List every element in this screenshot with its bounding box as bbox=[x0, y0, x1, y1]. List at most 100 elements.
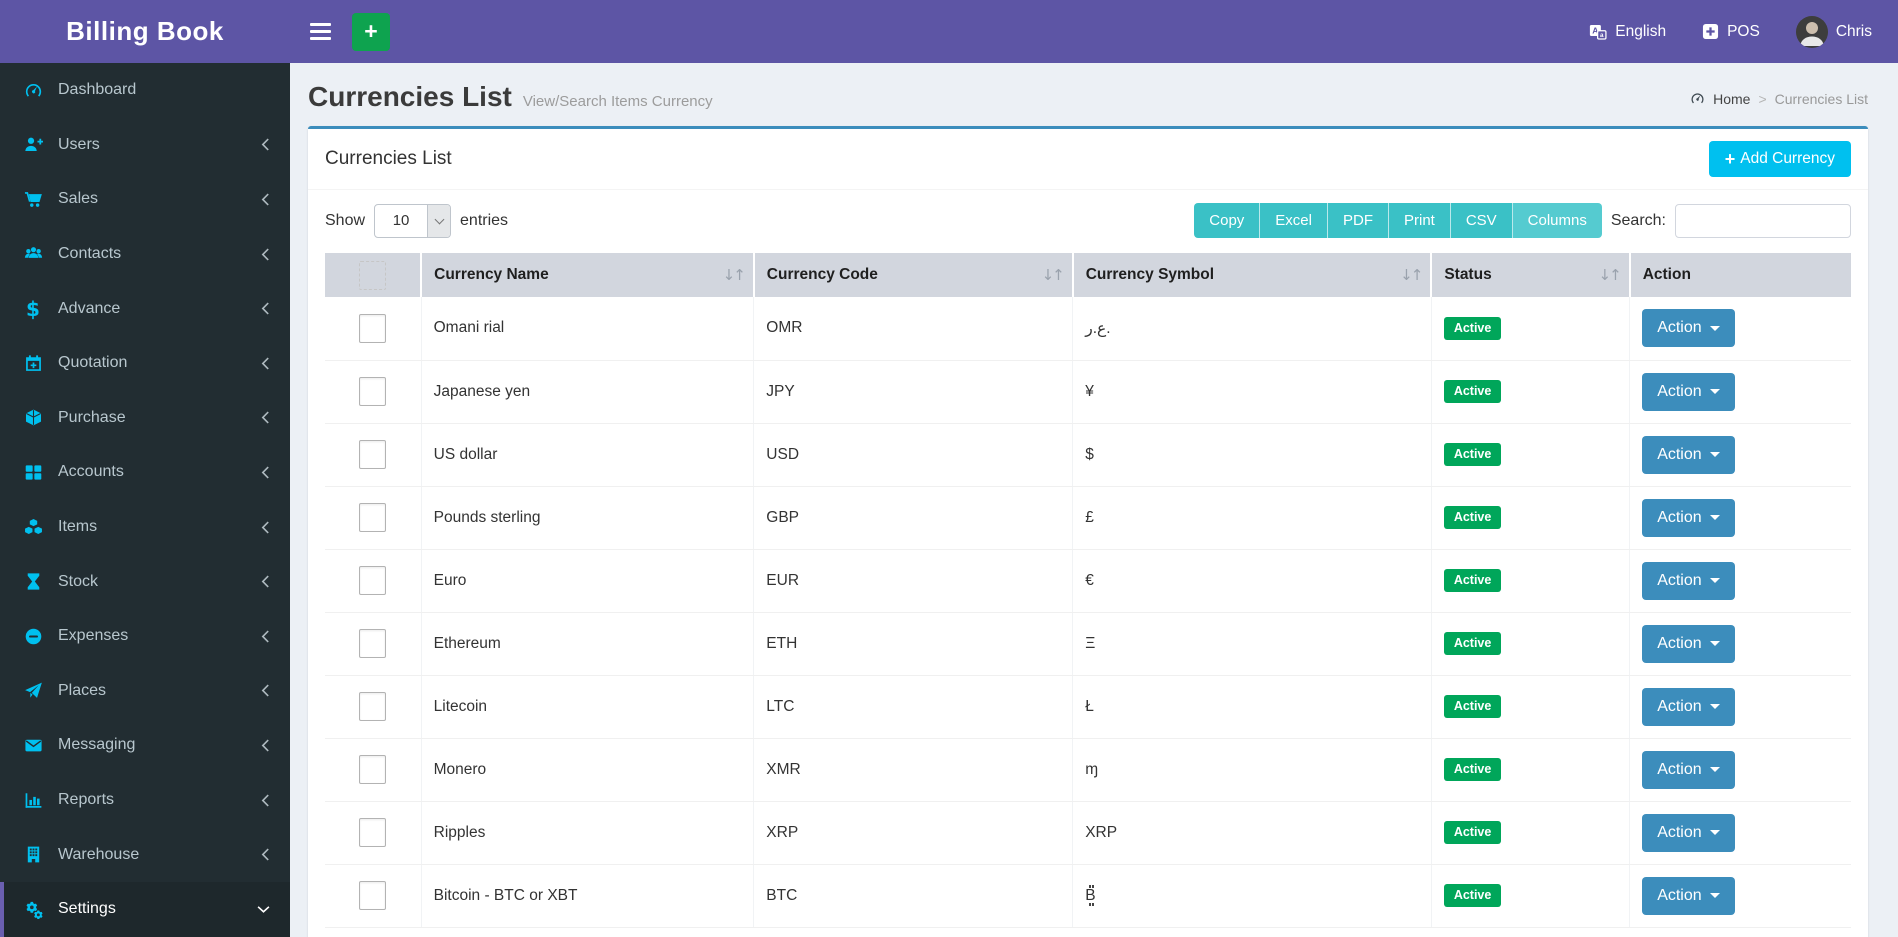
language-menu[interactable]: Aa English bbox=[1589, 23, 1666, 41]
action-cell: Action bbox=[1629, 801, 1851, 865]
sidebar-item-expenses[interactable]: Expenses bbox=[0, 609, 290, 664]
action-button-label: Action bbox=[1657, 634, 1702, 652]
entries-label: entries bbox=[460, 211, 509, 229]
sidebar-item-label: Reports bbox=[58, 791, 115, 809]
sidebar-item-settings[interactable]: Settings bbox=[0, 881, 290, 937]
breadcrumb-home-link[interactable]: Home bbox=[1713, 91, 1750, 107]
export-pdf-button[interactable]: PDF bbox=[1327, 203, 1389, 238]
datatable-toolbar: Show 10 entries Copy Excel PDF Print CSV Colu… bbox=[308, 190, 1868, 246]
action-button[interactable]: Action bbox=[1642, 372, 1735, 411]
export-csv-button[interactable]: CSV bbox=[1450, 203, 1513, 238]
action-button[interactable]: Action bbox=[1642, 435, 1735, 474]
column-header-currency-name[interactable]: Currency Name ↓↑ bbox=[421, 253, 755, 297]
sidebar-item-sales[interactable]: Sales bbox=[0, 172, 290, 227]
column-header-status[interactable]: Status ↓↑ bbox=[1431, 253, 1631, 297]
row-checkbox[interactable] bbox=[359, 755, 387, 784]
row-checkbox[interactable] bbox=[359, 566, 387, 595]
column-header-currency-code[interactable]: Currency Code ↓↑ bbox=[753, 253, 1074, 297]
action-button[interactable]: Action bbox=[1642, 876, 1735, 915]
sidebar-item-reports[interactable]: Reports bbox=[0, 773, 290, 828]
action-button[interactable]: Action bbox=[1642, 624, 1735, 663]
chevron-left-icon bbox=[261, 575, 270, 588]
app-logo[interactable]: Billing Book bbox=[0, 0, 290, 63]
page-title: Currencies List bbox=[308, 81, 512, 112]
select-all-checkbox[interactable] bbox=[359, 260, 387, 290]
cubes-icon bbox=[21, 518, 45, 537]
export-columns-button[interactable]: Columns bbox=[1512, 203, 1602, 238]
search-input[interactable] bbox=[1675, 203, 1851, 238]
chevron-left-icon bbox=[261, 630, 270, 643]
building-icon bbox=[21, 845, 45, 864]
caret-down-icon bbox=[1709, 767, 1720, 772]
currency-code-cell: LTC bbox=[753, 675, 1074, 739]
sidebar-item-places[interactable]: Places bbox=[0, 664, 290, 719]
row-checkbox[interactable] bbox=[359, 440, 387, 469]
status-cell: Active bbox=[1431, 297, 1631, 361]
currency-symbol-cell: XRP bbox=[1072, 801, 1432, 865]
sidebar-item-warehouse[interactable]: Warehouse bbox=[0, 827, 290, 882]
topbar-right: Aa English POS Chris bbox=[1589, 15, 1872, 48]
action-cell: Action bbox=[1629, 360, 1851, 424]
action-button[interactable]: Action bbox=[1642, 813, 1735, 852]
sidebar-item-label: Sales bbox=[58, 190, 99, 208]
currency-symbol-cell: ɱ bbox=[1072, 738, 1432, 802]
toolbar-right: Copy Excel PDF Print CSV Columns Search: bbox=[1194, 203, 1851, 238]
checkbox-cell bbox=[325, 423, 422, 487]
user-menu[interactable]: Chris bbox=[1795, 15, 1872, 48]
row-checkbox[interactable] bbox=[359, 818, 387, 847]
chevron-left-icon bbox=[261, 684, 270, 697]
calendar-plus-icon bbox=[21, 354, 45, 373]
sidebar-item-users[interactable]: Users bbox=[0, 118, 290, 173]
chevron-left-icon bbox=[261, 794, 270, 807]
status-cell: Active bbox=[1431, 801, 1631, 865]
action-button[interactable]: Action bbox=[1642, 750, 1735, 789]
sidebar-item-purchase[interactable]: Purchase bbox=[0, 391, 290, 446]
row-checkbox[interactable] bbox=[359, 881, 387, 910]
row-checkbox[interactable] bbox=[359, 692, 387, 721]
row-checkbox[interactable] bbox=[359, 503, 387, 532]
status-badge: Active bbox=[1443, 884, 1502, 907]
action-button[interactable]: Action bbox=[1642, 498, 1735, 537]
sidebar-item-advance[interactable]: $ Advance bbox=[0, 281, 290, 336]
action-button-label: Action bbox=[1657, 382, 1702, 400]
sidebar-item-label: Contacts bbox=[58, 245, 122, 263]
export-excel-button[interactable]: Excel bbox=[1260, 203, 1328, 238]
sidebar-item-stock[interactable]: Stock bbox=[0, 554, 290, 609]
currency-symbol-cell: £ bbox=[1072, 486, 1432, 550]
action-button[interactable]: Action bbox=[1642, 687, 1735, 726]
sidebar-item-dashboard[interactable]: Dashboard bbox=[0, 63, 290, 118]
sidebar-item-accounts[interactable]: Accounts bbox=[0, 445, 290, 500]
add-currency-button[interactable]: + Add Currency bbox=[1708, 141, 1851, 177]
row-checkbox[interactable] bbox=[359, 377, 387, 406]
table-row: Bitcoin - BTC or XBT BTC B Active Action bbox=[325, 864, 1851, 928]
sidebar-item-quotation[interactable]: Quotation bbox=[0, 336, 290, 391]
action-button[interactable]: Action bbox=[1642, 561, 1735, 600]
top-navbar: Billing Book + Aa English POS Chris bbox=[0, 0, 1898, 63]
page-length-select[interactable]: 10 bbox=[374, 203, 452, 238]
row-checkbox[interactable] bbox=[359, 313, 387, 343]
search-label: Search: bbox=[1610, 211, 1666, 229]
pos-button[interactable]: POS bbox=[1702, 23, 1760, 41]
sidebar-toggle-button[interactable] bbox=[306, 17, 335, 46]
gears-icon bbox=[21, 900, 45, 919]
column-header-label: Action bbox=[1642, 266, 1691, 283]
select-all-header[interactable] bbox=[325, 253, 423, 297]
add-currency-label: Add Currency bbox=[1740, 150, 1835, 167]
row-checkbox[interactable] bbox=[359, 629, 387, 658]
action-button[interactable]: Action bbox=[1642, 309, 1735, 348]
sidebar-item-items[interactable]: Items bbox=[0, 500, 290, 555]
page-length-value: 10 bbox=[392, 212, 410, 229]
currency-name-cell: Euro bbox=[421, 549, 755, 613]
quick-add-button[interactable]: + bbox=[352, 12, 390, 51]
sidebar-item-messaging[interactable]: Messaging bbox=[0, 718, 290, 773]
sidebar-item-label: Dashboard bbox=[58, 81, 137, 99]
export-print-button[interactable]: Print bbox=[1388, 203, 1451, 238]
currency-name-cell: Pounds sterling bbox=[421, 486, 755, 550]
breadcrumb-separator: > bbox=[1758, 90, 1767, 107]
sidebar-item-contacts[interactable]: Contacts bbox=[0, 227, 290, 282]
chevron-left-icon bbox=[261, 411, 270, 424]
column-header-currency-symbol[interactable]: Currency Symbol ↓↑ bbox=[1072, 253, 1433, 297]
status-cell: Active bbox=[1431, 864, 1631, 928]
export-copy-button[interactable]: Copy bbox=[1194, 203, 1261, 238]
sidebar-item-label: Users bbox=[58, 135, 100, 153]
